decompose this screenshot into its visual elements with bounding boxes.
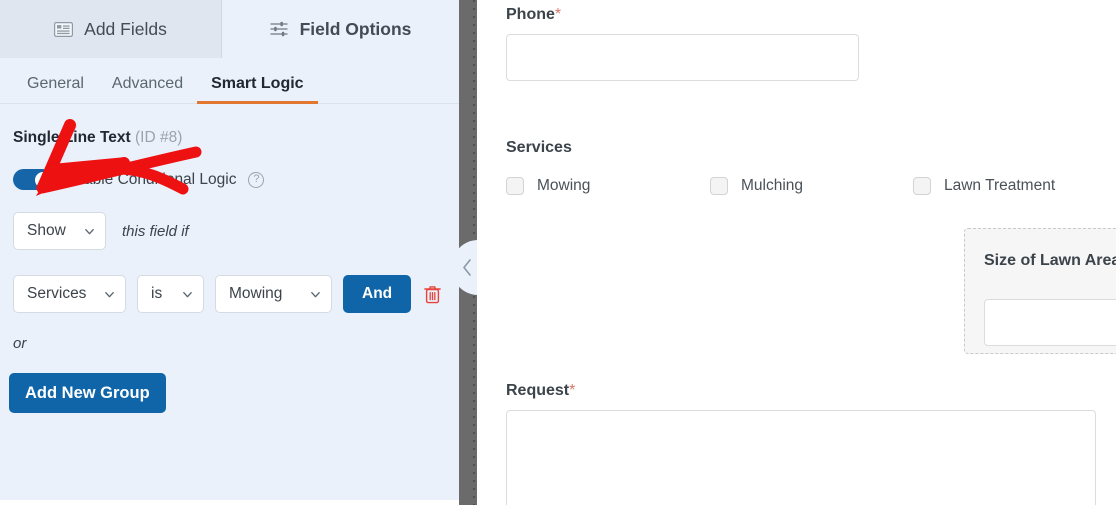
preview-field-request[interactable]: Request* xyxy=(506,382,1096,505)
panel-bottom-strip xyxy=(0,500,459,505)
chevron-down-icon xyxy=(183,291,192,297)
preview-field-services[interactable]: Services Mowing Mulching Lawn Treatment xyxy=(506,139,1096,195)
settings-sub-tab-bar: General Advanced Smart Logic xyxy=(0,58,459,104)
this-field-if-label: this field if xyxy=(122,222,189,240)
checkbox-mowing-label: Mowing xyxy=(537,177,591,194)
show-hide-select[interactable]: Show xyxy=(13,212,106,250)
size-of-lawn-area-label: Size of Lawn Area xyxy=(984,251,1116,269)
sub-tab-advanced-label: Advanced xyxy=(111,75,184,92)
condition-row: Services is Mowing And xyxy=(13,275,459,313)
phone-label: Phone* xyxy=(506,6,859,24)
selected-field-header: Size of Lawn Area xyxy=(984,250,1116,271)
request-textarea[interactable] xyxy=(506,410,1096,505)
sub-tab-smart-logic-label: Smart Logic xyxy=(211,75,304,92)
trash-icon xyxy=(424,285,441,303)
enable-conditional-logic-label: Enable Conditional Logic xyxy=(65,170,237,188)
checkbox-mowing[interactable] xyxy=(506,177,524,195)
show-hide-row: Show this field if xyxy=(13,212,459,250)
question-mark-icon[interactable]: ? xyxy=(248,171,265,188)
condition-field-value: Services xyxy=(27,285,87,302)
phone-input[interactable] xyxy=(506,34,859,81)
condition-value-text: Mowing xyxy=(229,285,283,302)
form-list-icon xyxy=(54,21,74,37)
chevron-down-icon xyxy=(85,228,94,234)
tab-add-fields-label: Add Fields xyxy=(84,18,167,39)
services-options-list: Mowing Mulching Lawn Treatment xyxy=(506,177,1096,195)
field-title: Single Line Text (ID #8) xyxy=(13,129,459,147)
checkbox-lawn-treatment[interactable] xyxy=(913,177,931,195)
chevron-down-icon xyxy=(105,291,114,297)
condition-operator-value: is xyxy=(151,285,163,302)
tab-field-options-label: Field Options xyxy=(299,18,412,39)
sub-tab-general-label: General xyxy=(27,75,84,92)
chevron-left-icon xyxy=(462,259,471,276)
tab-add-fields[interactable]: Add Fields xyxy=(0,0,222,58)
panel-tab-bar: Add Fields Field Options xyxy=(0,0,459,58)
sub-tab-advanced[interactable]: Advanced xyxy=(98,75,197,103)
services-option-mulching[interactable]: Mulching xyxy=(710,177,913,195)
conditional-logic-toggle[interactable] xyxy=(13,169,53,190)
chevron-down-icon xyxy=(311,291,320,297)
services-option-mowing[interactable]: Mowing xyxy=(506,177,710,195)
phone-label-text: Phone xyxy=(506,6,555,23)
form-builder-screen: Add Fields Field Options General Advance… xyxy=(0,0,1116,505)
services-option-lawn-treatment[interactable]: Lawn Treatment xyxy=(913,177,1055,195)
delete-condition-button[interactable] xyxy=(422,285,443,304)
show-hide-select-value: Show xyxy=(27,222,66,239)
enable-conditional-logic-row: Enable Conditional Logic ? xyxy=(13,169,459,190)
size-of-lawn-area-input[interactable] xyxy=(984,299,1116,346)
add-new-group-button[interactable]: Add New Group xyxy=(9,373,166,413)
toggle-knob xyxy=(34,171,51,188)
condition-value-select[interactable]: Mowing xyxy=(215,275,332,313)
sub-tab-general[interactable]: General xyxy=(13,75,98,103)
checkbox-mulching[interactable] xyxy=(710,177,728,195)
checkbox-mulching-label: Mulching xyxy=(741,177,804,194)
condition-operator-select[interactable]: is xyxy=(137,275,204,313)
field-id: (ID #8) xyxy=(135,129,183,146)
request-label: Request* xyxy=(506,382,1096,400)
services-label: Services xyxy=(506,139,572,156)
preview-field-size-of-lawn-area-selected[interactable]: Size of Lawn Area xyxy=(964,228,1116,354)
sliders-icon xyxy=(269,21,289,37)
condition-field-select[interactable]: Services xyxy=(13,275,126,313)
smart-logic-settings: Single Line Text (ID #8) Enable Conditio… xyxy=(0,104,459,413)
sub-tab-smart-logic[interactable]: Smart Logic xyxy=(197,75,319,104)
request-required-marker: * xyxy=(569,382,576,399)
tab-field-options[interactable]: Field Options xyxy=(222,0,459,58)
form-preview: Phone* Services Mowing Mulching Lawn Tre… xyxy=(477,0,1116,505)
phone-required-marker: * xyxy=(554,6,562,23)
field-title-text: Single Line Text xyxy=(13,129,131,146)
request-label-text: Request xyxy=(506,382,570,399)
field-options-panel: Add Fields Field Options General Advance… xyxy=(0,0,459,505)
preview-field-phone[interactable]: Phone* xyxy=(506,6,859,81)
checkbox-lawn-treatment-label: Lawn Treatment xyxy=(944,177,1056,194)
or-separator-label: or xyxy=(13,335,27,352)
add-and-condition-button[interactable]: And xyxy=(343,275,412,313)
